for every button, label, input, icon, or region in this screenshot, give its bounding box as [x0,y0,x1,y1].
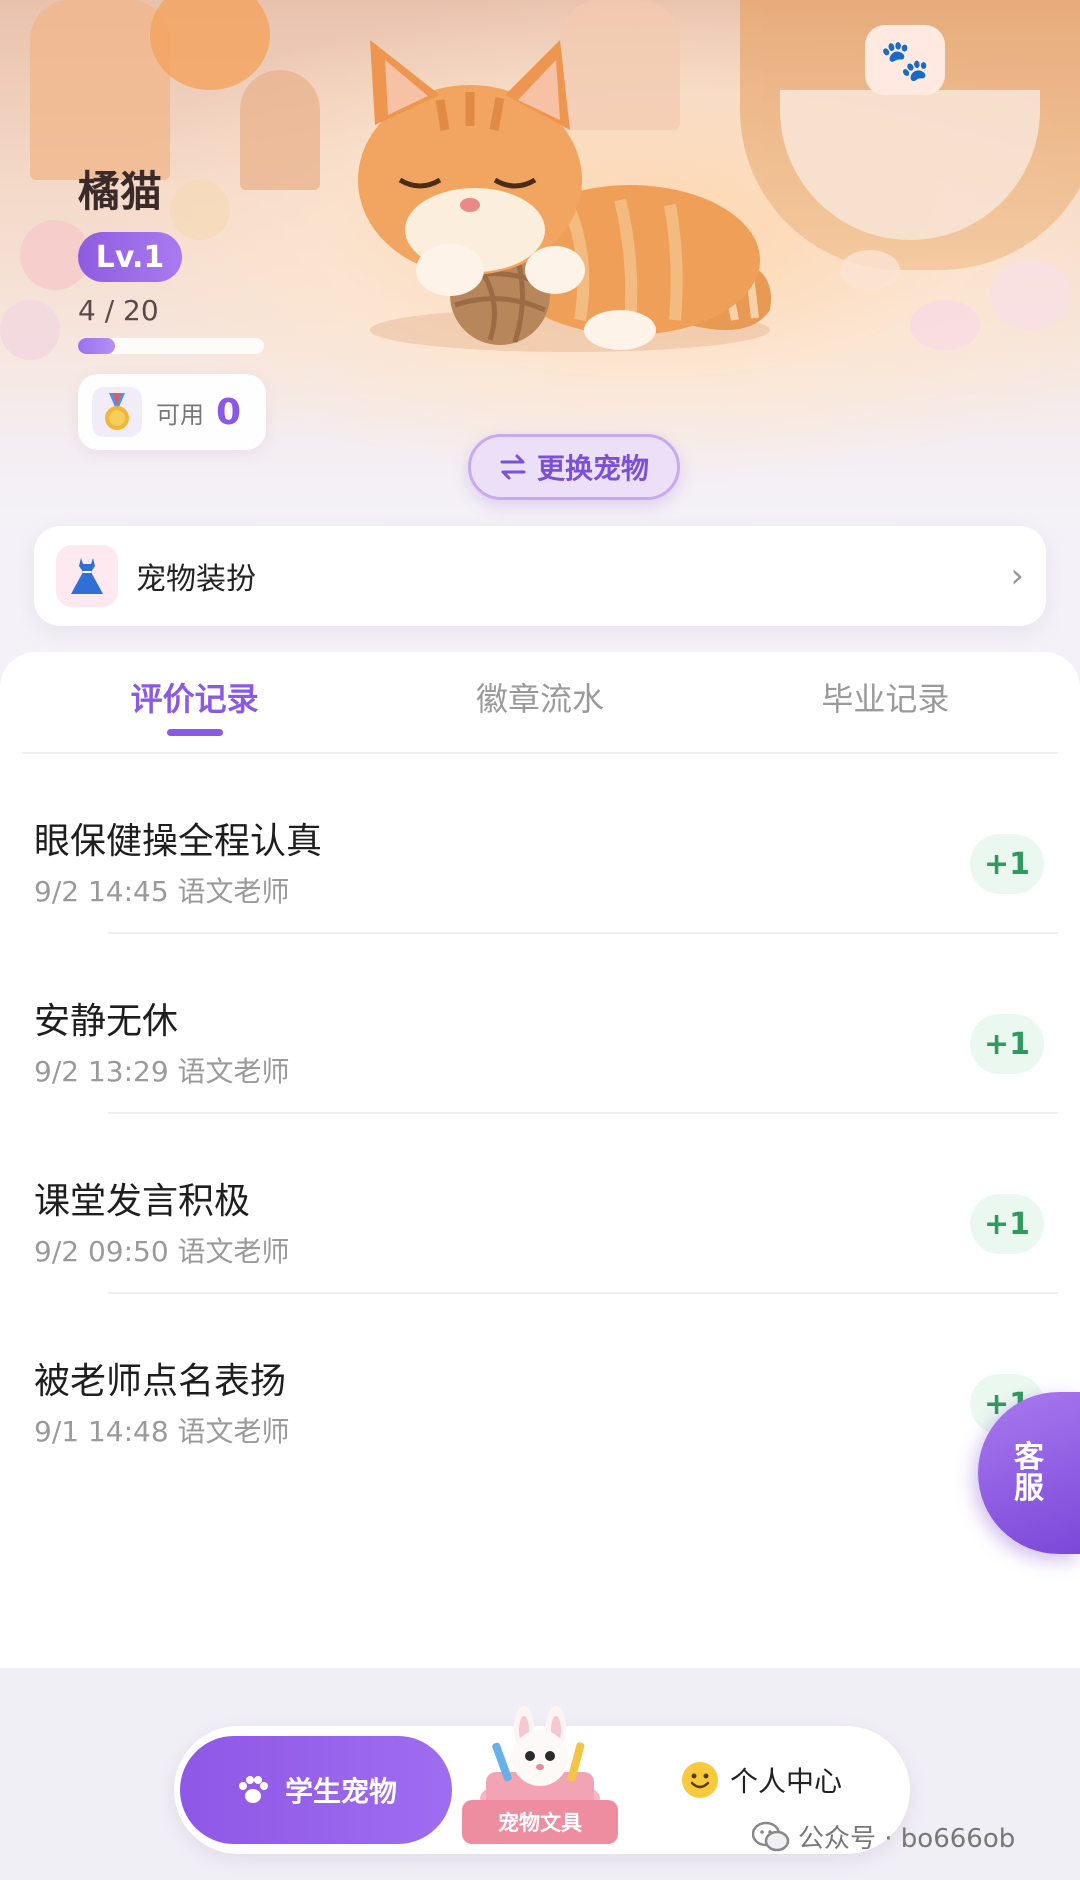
record-title: 被老师点名表扬 [34,1361,287,1402]
watermark-text: 公众号 · bo666ob [798,1824,1016,1854]
customer-service-label-1: 客 [1014,1439,1044,1475]
customer-service-label-2: 服 [1014,1471,1044,1506]
record-meta: 9/1 14:48 语文老师 [34,1415,290,1448]
tab-graduation-records[interactable]: 毕业记录 [713,652,1058,752]
list-item[interactable]: 被老师点名表扬 9/1 14:48 语文老师 +1 [0,1294,1080,1474]
pet-page: 🐾 橘猫 Lv.1 4 / 20 可用 0 更换宠物 宠物装扮 › 评价记录 徽… [0,0,1080,1880]
nav-student-pet[interactable]: 学生宠物 [180,1736,452,1844]
wechat-icon [752,1821,790,1851]
nav-pet-stationery[interactable]: 宠物文具 [462,1702,618,1852]
pet-hero: 🐾 橘猫 Lv.1 4 / 20 可用 0 更换宠物 [0,0,1080,530]
records-tabs: 评价记录 徽章流水 毕业记录 [22,652,1058,754]
record-title: 安静无休 [34,1001,179,1042]
record-meta: 9/2 14:45 语文老师 [34,875,290,908]
chevron-right-icon: › [1010,556,1024,596]
record-title: 眼保健操全程认真 [34,821,323,862]
nav-student-pet-label: 学生宠物 [284,1775,397,1808]
nav-personal-center-label: 个人中心 [730,1765,843,1798]
list-item[interactable]: 安静无休 9/2 13:29 语文老师 +1 [0,934,1080,1114]
watermark: 公众号 · bo666ob [752,1818,1015,1855]
pet-name: 橘猫 [78,167,163,216]
coin-value: 0 [216,391,242,433]
smile-icon [682,1762,718,1798]
dress-up-label: 宠物装扮 [136,562,256,597]
tab-badge-history[interactable]: 徽章流水 [367,652,712,752]
record-score-badge: +1 [970,834,1044,894]
record-score-badge: +1 [970,1014,1044,1074]
record-title: 课堂发言积极 [34,1181,251,1222]
list-item[interactable]: 眼保健操全程认真 9/2 14:45 语文老师 +1 [0,754,1080,934]
level-badge: Lv.1 [78,232,182,282]
nav-personal-center[interactable]: 个人中心 [680,1760,842,1800]
scenery-candy [0,300,60,360]
scenery-candy [990,260,1070,330]
swap-pet-label: 更换宠物 [536,452,649,485]
record-score-badge: +1 [970,1194,1044,1254]
record-meta: 9/2 13:29 语文老师 [34,1055,290,1088]
paw-icon [238,1776,268,1803]
scenery-candy [840,250,900,290]
pet-dress-up-row[interactable]: 宠物装扮 › [34,526,1046,626]
exp-progress-fill [78,338,116,354]
records-card: 评价记录 徽章流水 毕业记录 眼保健操全程认真 9/2 14:45 语文老师 +… [0,652,1080,1668]
scenery-building [30,0,170,180]
scenery-candy [910,300,980,350]
list-item[interactable]: 课堂发言积极 9/2 09:50 语文老师 +1 [0,1114,1080,1294]
nav-pet-stationery-label: 宠物文具 [462,1800,618,1844]
scenery-building [240,70,320,190]
paw-icon: 🐾 [865,25,945,95]
records-list: 眼保健操全程认真 9/2 14:45 语文老师 +1 安静无休 9/2 13:2… [0,754,1080,1474]
tab-evaluation-records[interactable]: 评价记录 [22,652,367,752]
coin-label: 可用 [156,400,204,429]
record-meta: 9/2 09:50 语文老师 [34,1235,290,1268]
swap-icon [500,454,526,480]
swap-pet-button[interactable]: 更换宠物 [468,434,680,500]
pet-cat-image[interactable] [330,30,790,360]
coin-card[interactable]: 可用 0 [78,374,266,450]
medal-icon [92,387,142,437]
dress-icon [56,545,118,607]
scenery-candy [170,180,230,240]
exp-progress-bar [78,338,264,354]
exp-text: 4 / 20 [78,294,159,327]
